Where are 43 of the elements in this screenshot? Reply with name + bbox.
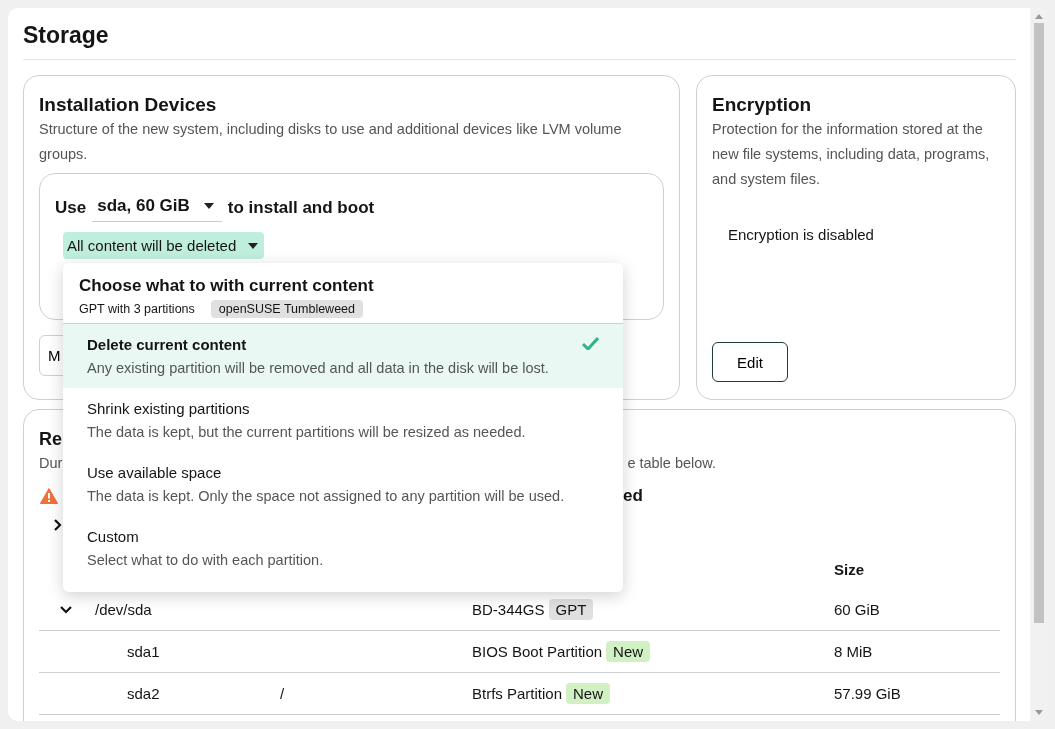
- device-size: 57.99 GiB: [834, 685, 901, 702]
- install-label: to install and boot: [227, 197, 375, 218]
- edit-button[interactable]: Edit: [712, 342, 788, 382]
- check-icon: [582, 337, 599, 350]
- warning-text: ed: [623, 486, 643, 506]
- chevron-icon: [60, 604, 72, 615]
- card-description: Protection for the information stored at the new file systems, including data, programs, and system files.: [712, 120, 991, 189]
- column-header: Size: [834, 560, 864, 578]
- partition-summary: GPT with 3 partitions: [79, 302, 195, 316]
- scroll-up-arrow-icon[interactable]: [1034, 14, 1043, 19]
- menu-option[interactable]: Use available space The data is kept. Only the space not assigned to any partition will be used.: [63, 452, 623, 516]
- page-title: Storage: [23, 8, 1016, 60]
- menu-title: Choose what to with current content: [79, 276, 375, 296]
- warning-icon: [40, 488, 58, 504]
- device-name: sda2: [127, 685, 160, 702]
- menu-option[interactable]: Shrink existing partitions The data is kept, but the current partitions will be resized as needed.: [63, 388, 623, 452]
- caret-icon: [203, 203, 214, 209]
- device-tag: GPT: [548, 599, 594, 620]
- use-label: Use: [55, 197, 87, 218]
- device-tag: New: [566, 683, 611, 704]
- card-title: Re: [39, 428, 62, 451]
- card-title: Installation Devices: [39, 93, 218, 117]
- device-details: BIOS Boot Partition: [472, 643, 603, 660]
- device-size: 60 GiB: [834, 601, 880, 618]
- device-select[interactable]: sda, 60 GiB: [92, 193, 222, 222]
- content-action-toggle[interactable]: All content will be deleted: [63, 232, 265, 259]
- device-tag: New: [606, 641, 651, 662]
- device-size: 8 MiB: [834, 643, 873, 660]
- caret-icon: [248, 242, 259, 249]
- device-details: BD-344GS: [472, 601, 545, 618]
- device-details: Btrfs Partition: [472, 685, 563, 702]
- card-description: Dur: [39, 454, 63, 473]
- mount-point: /: [280, 685, 285, 702]
- menu-option[interactable]: Delete current content Any existing partition will be removed and all data in the disk will be lost.: [63, 324, 623, 388]
- card-description: Structure of the new system, including disks to use and additional devices like LVM volume groups.: [39, 120, 623, 164]
- menu-option[interactable]: Custom Select what to do with each partition.: [63, 516, 623, 580]
- card-title: Encryption: [712, 93, 812, 117]
- card-description: e table below.: [627, 454, 717, 473]
- system-tag: openSUSE Tumbleweed: [210, 300, 363, 318]
- encryption-status: Encryption is disabled: [728, 226, 874, 243]
- scroll-down-arrow-icon[interactable]: [1034, 710, 1043, 715]
- device-name: /dev/sda: [95, 601, 152, 618]
- device-name: sda1: [127, 643, 160, 660]
